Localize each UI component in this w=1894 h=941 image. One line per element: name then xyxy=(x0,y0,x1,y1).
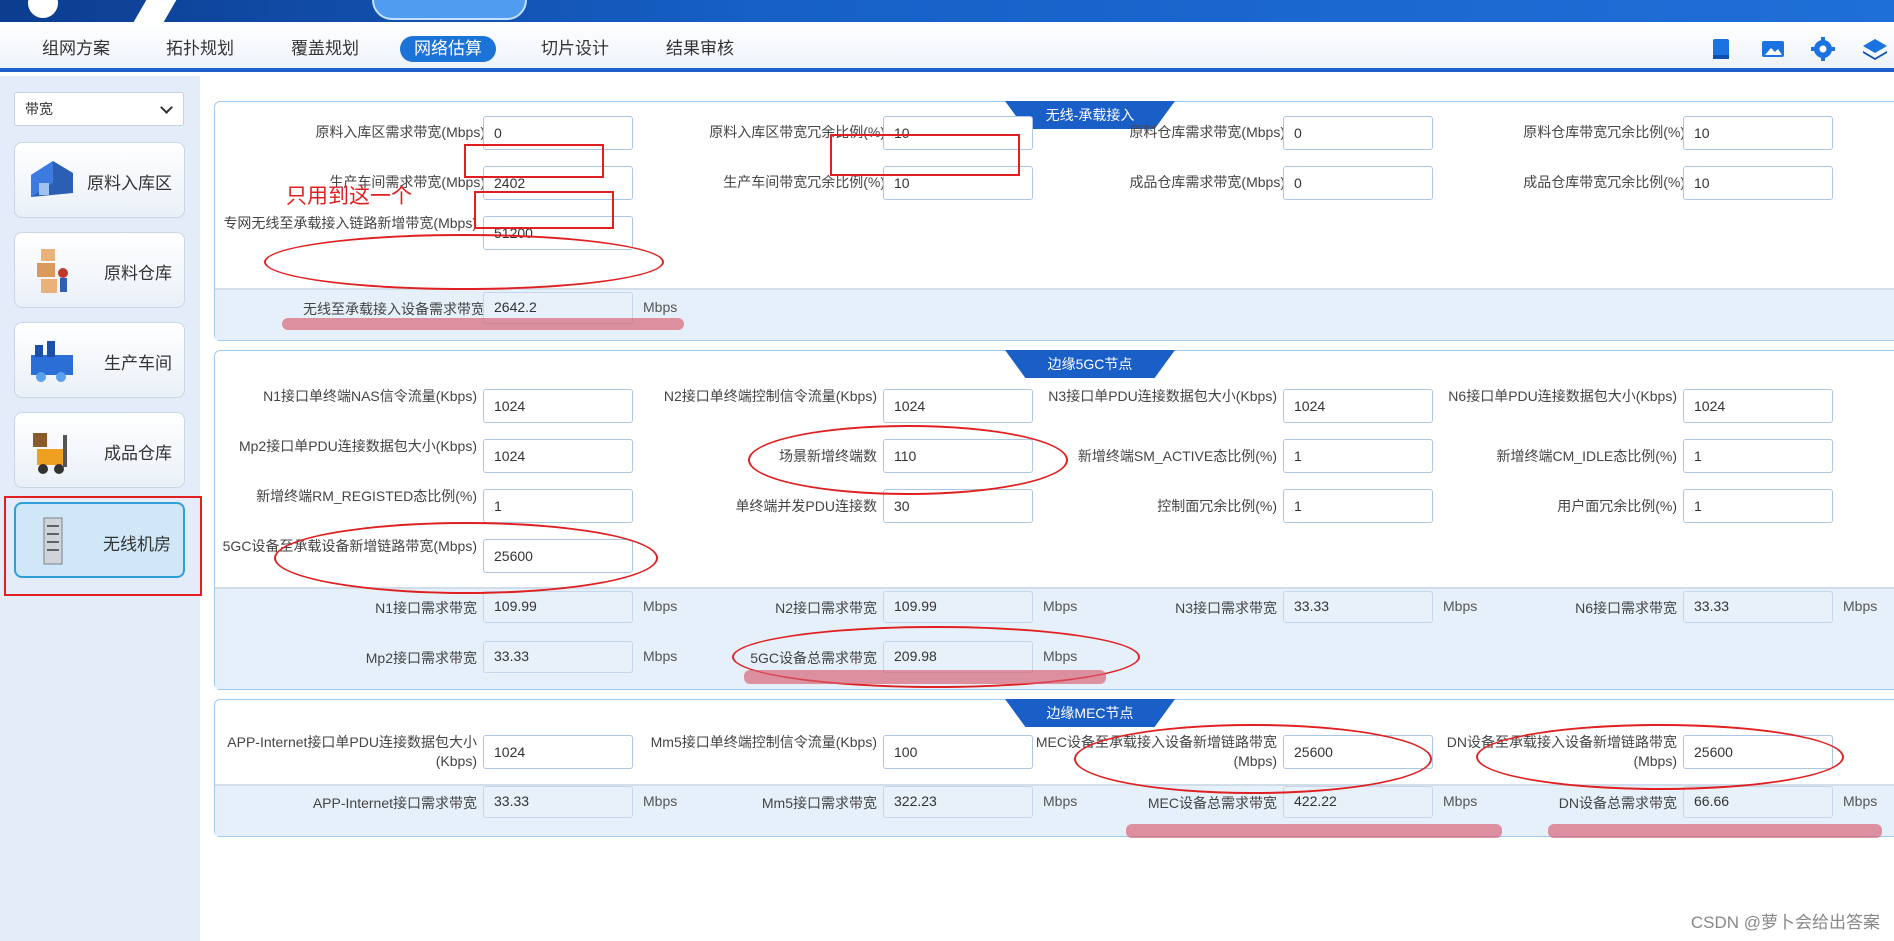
result-label: DN设备总需求带宽 xyxy=(1558,795,1677,811)
layers-icon[interactable] xyxy=(1862,36,1888,62)
tab-networking-plan[interactable]: 组网方案 xyxy=(28,36,124,62)
gear-icon[interactable] xyxy=(1810,36,1836,62)
field-label: 成品仓库需求带宽(Mbps) xyxy=(1129,174,1285,190)
field-label: N6接口单PDU连接数据包大小(Kbps) xyxy=(1448,388,1677,404)
field-label: 单终端并发PDU连接数 xyxy=(735,498,877,514)
unit-label: Mbps xyxy=(1843,793,1878,809)
field-label: Mm5接口单终端控制信令流量(Kbps) xyxy=(650,734,877,750)
main-nav: 组网方案 拓扑规划 覆盖规划 网络估算 切片设计 结果审核 xyxy=(0,22,1894,72)
factory-icon xyxy=(31,341,73,382)
image-icon[interactable] xyxy=(1760,36,1786,62)
input-finished-warehouse-redundancy[interactable]: 10 xyxy=(1683,166,1833,200)
section-title: 边缘MEC节点 xyxy=(1005,699,1175,727)
logo xyxy=(28,0,58,18)
field-label: 成品仓库带宽冗余比例(%) xyxy=(1523,174,1685,190)
annotation-ellipse xyxy=(1074,724,1432,794)
field-label: 原料仓库需求带宽(Mbps) xyxy=(1129,124,1285,140)
annotation-highlight xyxy=(1548,824,1882,838)
result-label: MEC设备总需求带宽 xyxy=(1147,795,1277,811)
field-label: 原料入库区需求带宽(Mbps) xyxy=(315,124,485,140)
sidebar-item-label: 生产车间 xyxy=(104,354,172,373)
annotation-box xyxy=(474,191,614,229)
input-raw-warehouse-bandwidth[interactable]: 0 xyxy=(1283,116,1433,150)
sidebar-item-raw-material-warehouse[interactable]: 原料仓库 xyxy=(14,232,185,308)
field-label: N1接口单终端NAS信令流量(Kbps) xyxy=(263,388,477,404)
sidebar-item-label: 原料入库区 xyxy=(87,174,172,193)
annotation-note: 只用到这一个 xyxy=(286,185,412,208)
warehouse-icon xyxy=(31,161,73,197)
result-label: 无线至承载接入设备需求带宽 xyxy=(303,301,485,317)
boxes-icon xyxy=(37,249,68,293)
input-raw-warehouse-redundancy[interactable]: 10 xyxy=(1683,116,1833,150)
result-n6-bandwidth: 33.33 xyxy=(1683,591,1833,623)
annotation-highlight xyxy=(282,318,684,330)
sidebar-item-raw-material-intake[interactable]: 原料入库区 xyxy=(14,142,185,218)
field-label: N3接口单PDU连接数据包大小(Kbps) xyxy=(1048,388,1277,404)
sidebar-item-finished-goods-warehouse[interactable]: 成品仓库 xyxy=(14,412,185,488)
main-content: 无线-承载接入 原料入库区需求带宽(Mbps) 0 原料入库区带宽冗余比例(%)… xyxy=(200,76,1894,941)
input-n6-pdu-packet-size[interactable]: 1024 xyxy=(1683,389,1833,423)
result-label: APP-Internet接口需求带宽 xyxy=(312,795,477,811)
watermark: CSDN @萝卜会给出答案 xyxy=(1690,913,1880,932)
input-finished-warehouse-bandwidth[interactable]: 0 xyxy=(1283,166,1433,200)
metric-select-value: 带宽 xyxy=(25,101,53,117)
tab-network-estimation[interactable]: 网络估算 xyxy=(400,36,496,62)
annotation-highlight xyxy=(1126,824,1502,838)
result-label: N2接口需求带宽 xyxy=(775,600,877,616)
annotation-highlight xyxy=(744,670,1106,684)
chevron-down-icon xyxy=(160,101,173,114)
field-label: APP-Internet接口单PDU连接数据包大小(Kbps) xyxy=(227,734,477,769)
sidebar-item-production-workshop[interactable]: 生产车间 xyxy=(14,322,185,398)
metric-select[interactable]: 带宽 xyxy=(14,92,184,126)
section-title: 边缘5GC节点 xyxy=(1005,350,1175,378)
input-cm-idle-ratio[interactable]: 1 xyxy=(1683,439,1833,473)
annotation-box xyxy=(830,134,1020,176)
field-label: 新增终端RM_REGISTED态比例(%) xyxy=(256,488,477,504)
field-label: 用户面冗余比例(%) xyxy=(1557,498,1677,514)
banner-decoration xyxy=(133,0,177,22)
top-banner xyxy=(0,0,1894,22)
annotation-ellipse xyxy=(274,522,658,594)
book-icon[interactable] xyxy=(1708,36,1734,62)
sidebar-item-label: 成品仓库 xyxy=(104,444,172,463)
result-band: 无线至承载接入设备需求带宽 2642.2 Mbps xyxy=(215,288,1894,340)
sidebar-item-label: 原料仓库 xyxy=(104,264,172,283)
field-label: 新增终端CM_IDLE态比例(%) xyxy=(1496,448,1677,464)
annotation-box-sidebar xyxy=(4,496,202,596)
unit-label: Mbps xyxy=(1843,598,1878,614)
field-label: 专网无线至承载接入链路新增带宽(Mbps) xyxy=(223,215,477,231)
result-label: Mm5接口需求带宽 xyxy=(761,795,877,811)
input-user-plane-redundancy[interactable]: 1 xyxy=(1683,489,1833,523)
field-label: 原料仓库带宽冗余比例(%) xyxy=(1523,124,1685,140)
annotation-box xyxy=(464,144,604,178)
annotation-ellipse xyxy=(264,234,664,290)
forklift-icon xyxy=(33,433,67,474)
tab-coverage-plan[interactable]: 覆盖规划 xyxy=(277,36,373,62)
result-dn-total-bandwidth: 66.66 xyxy=(1683,786,1833,818)
field-label: 控制面冗余比例(%) xyxy=(1157,498,1277,514)
field-label: N2接口单终端控制信令流量(Kbps) xyxy=(663,388,877,404)
banner-pill xyxy=(372,0,527,20)
section-wireless-bearer-access: 无线-承载接入 原料入库区需求带宽(Mbps) 0 原料入库区带宽冗余比例(%)… xyxy=(214,101,1894,341)
annotation-ellipse xyxy=(748,425,1068,495)
result-label: N1接口需求带宽 xyxy=(375,600,477,616)
result-label: Mp2接口需求带宽 xyxy=(365,650,477,666)
tab-topology-plan[interactable]: 拓扑规划 xyxy=(152,36,248,62)
field-label: Mp2接口单PDU连接数据包大小(Kbps) xyxy=(238,438,477,454)
annotation-ellipse xyxy=(1476,724,1844,790)
tab-slice-design[interactable]: 切片设计 xyxy=(527,36,623,62)
tab-result-review[interactable]: 结果审核 xyxy=(652,36,748,62)
result-label: N6接口需求带宽 xyxy=(1575,600,1677,616)
result-label: N3接口需求带宽 xyxy=(1175,600,1277,616)
